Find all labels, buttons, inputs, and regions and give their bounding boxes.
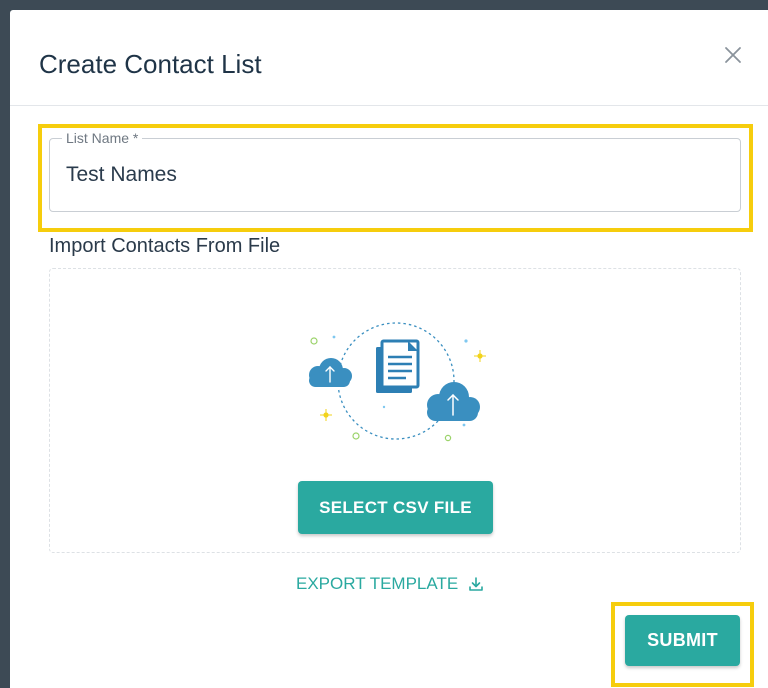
list-name-field[interactable]: List Name * bbox=[49, 129, 741, 212]
list-name-label: List Name * bbox=[62, 129, 143, 147]
select-csv-file-button[interactable]: SELECT CSV FILE bbox=[298, 481, 493, 534]
dialog-header: Create Contact List bbox=[10, 10, 768, 106]
download-icon bbox=[469, 577, 483, 591]
file-dropzone[interactable]: SELECT CSV FILE bbox=[49, 268, 741, 553]
dialog-title: Create Contact List bbox=[39, 49, 262, 79]
create-contact-list-dialog: Create Contact List List Name * Import C… bbox=[10, 10, 768, 688]
import-contacts-heading: Import Contacts From File bbox=[49, 235, 281, 257]
export-template-link[interactable]: EXPORT TEMPLATE bbox=[296, 572, 484, 596]
close-icon[interactable] bbox=[722, 44, 744, 66]
export-template-label: EXPORT TEMPLATE bbox=[296, 574, 459, 593]
submit-button[interactable]: SUBMIT bbox=[625, 615, 740, 666]
cloud-upload-document-illustration bbox=[309, 322, 486, 442]
list-name-input[interactable] bbox=[66, 161, 706, 189]
